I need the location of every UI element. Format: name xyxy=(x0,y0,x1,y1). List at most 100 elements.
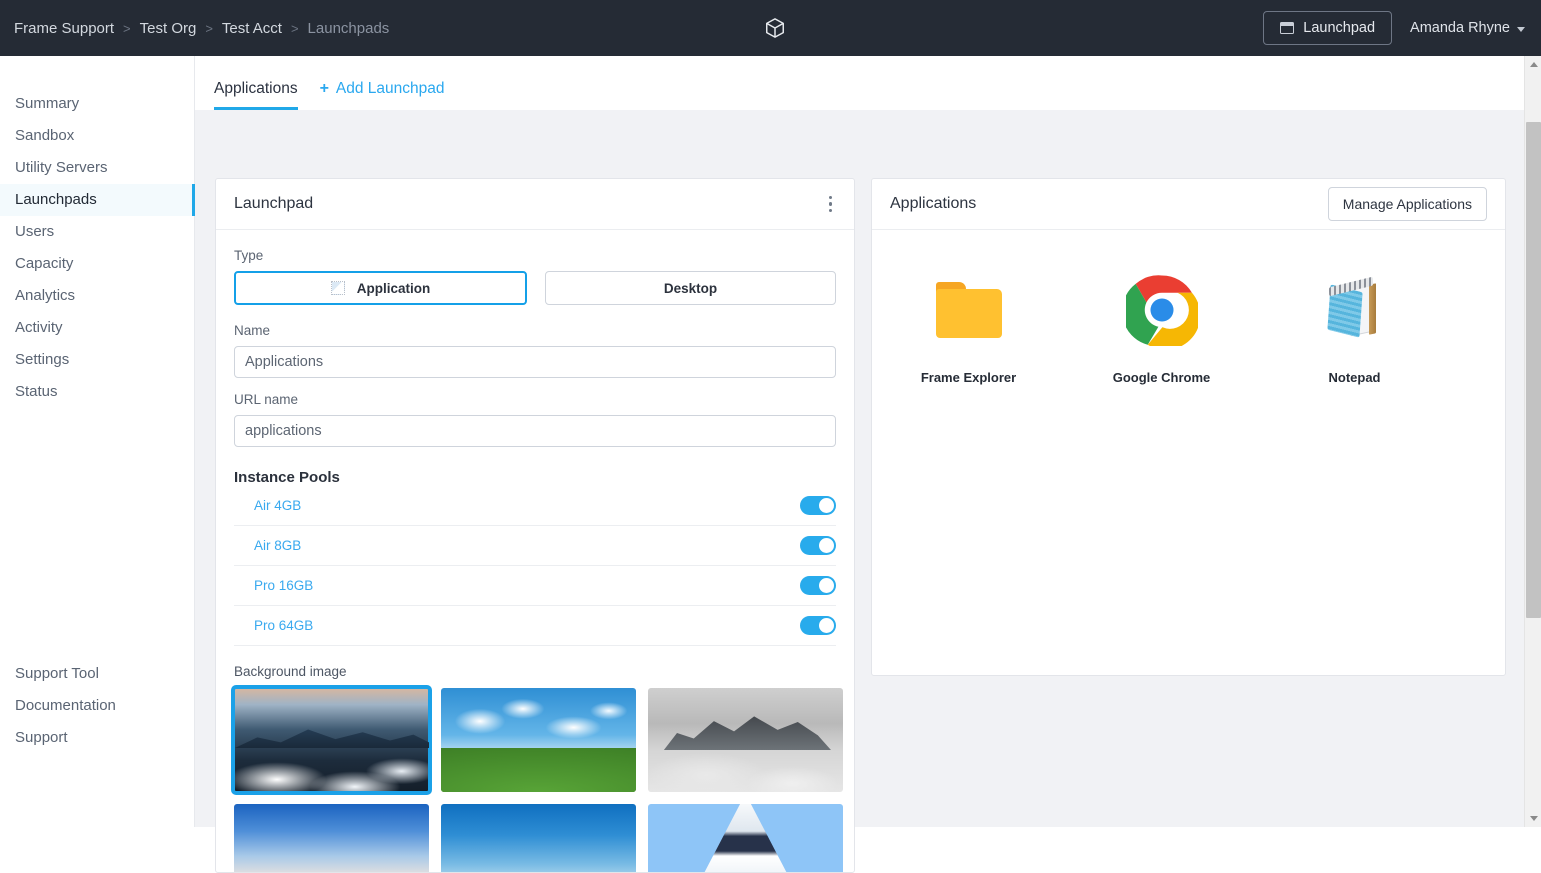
breadcrumb-item-test-org[interactable]: Test Org xyxy=(140,20,197,37)
add-launchpad-link[interactable]: + Add Launchpad xyxy=(320,80,445,110)
instance-pool-toggle[interactable] xyxy=(800,496,836,515)
top-bar-right: Launchpad Amanda Rhyne xyxy=(1263,0,1525,56)
name-label: Name xyxy=(234,323,271,338)
instance-pool-name[interactable]: Pro 64GB xyxy=(254,618,313,633)
tab-label: Applications xyxy=(214,80,298,97)
launchpad-button-label: Launchpad xyxy=(1303,20,1376,36)
instance-pool-name[interactable]: Pro 16GB xyxy=(254,578,313,593)
sidebar-item-activity[interactable]: Activity xyxy=(0,312,195,344)
breadcrumb-item-frame-support[interactable]: Frame Support xyxy=(14,20,114,37)
plus-icon: + xyxy=(319,80,329,97)
user-menu[interactable]: Amanda Rhyne xyxy=(1410,20,1525,36)
user-name: Amanda Rhyne xyxy=(1410,20,1510,36)
type-label: Type xyxy=(234,248,264,263)
sidebar-item-summary[interactable]: Summary xyxy=(0,88,195,120)
name-input[interactable] xyxy=(234,346,836,378)
sidebar-item-label: Launchpads xyxy=(15,191,97,208)
sidebar-secondary-nav: Support Tool Documentation Support xyxy=(0,658,195,754)
url-name-input[interactable] xyxy=(234,415,836,447)
scroll-thumb[interactable] xyxy=(1526,122,1541,618)
app-label: Google Chrome xyxy=(1112,370,1211,385)
sidebar-item-label: Documentation xyxy=(15,697,116,714)
breadcrumb: Frame Support > Test Org > Test Acct > L… xyxy=(14,20,389,37)
sidebar-item-settings[interactable]: Settings xyxy=(0,344,195,376)
instance-pools-title: Instance Pools xyxy=(234,469,340,486)
page-scrollbar[interactable] xyxy=(1524,56,1541,827)
background-thumbnail-snow-peak-on-light-blue[interactable] xyxy=(648,804,843,872)
sidebar-item-utility-servers[interactable]: Utility Servers xyxy=(0,152,195,184)
sidebar-item-launchpads[interactable]: Launchpads xyxy=(0,184,195,216)
instance-pool-name[interactable]: Air 4GB xyxy=(254,498,301,513)
type-option-desktop[interactable]: Desktop xyxy=(545,271,836,305)
launchpad-button[interactable]: Launchpad xyxy=(1263,11,1393,45)
sidebar-item-support[interactable]: Support xyxy=(0,722,195,754)
instance-pool-name[interactable]: Air 8GB xyxy=(254,538,301,553)
sidebar-item-label: Settings xyxy=(15,351,70,368)
instance-pool-row: Air 8GB xyxy=(234,526,836,566)
add-launchpad-label: Add Launchpad xyxy=(335,80,445,97)
instance-pool-row: Pro 64GB xyxy=(234,606,836,646)
breadcrumb-item-test-acct[interactable]: Test Acct xyxy=(222,20,282,37)
applications-grid: Frame Explorer Google Chrome Notepad xyxy=(872,230,1505,385)
scroll-up-arrow-icon[interactable] xyxy=(1525,56,1541,73)
sidebar-item-label: Status xyxy=(15,383,58,400)
instance-pools-list: Air 4GB Air 8GB Pro 16GB Pro 64GB xyxy=(234,486,836,646)
notepad-icon xyxy=(1325,268,1385,352)
sidebar-item-label: Utility Servers xyxy=(15,159,108,176)
chevron-down-icon xyxy=(1517,27,1525,32)
breadcrumb-separator: > xyxy=(290,20,299,36)
sidebar-item-label: Activity xyxy=(15,319,63,336)
content-area: Applications + Add Launchpad Launchpad T… xyxy=(195,56,1541,873)
background-thumbnail-mountains-above-clouds-sunset[interactable] xyxy=(231,685,432,795)
sidebar-item-label: Support xyxy=(15,729,68,746)
manage-applications-button[interactable]: Manage Applications xyxy=(1327,187,1487,221)
sidebar-item-sandbox[interactable]: Sandbox xyxy=(0,120,195,152)
top-bar: Frame Support > Test Org > Test Acct > L… xyxy=(0,0,1541,56)
breadcrumb-separator: > xyxy=(205,20,213,36)
instance-pool-row: Pro 16GB xyxy=(234,566,836,606)
window-icon xyxy=(1280,22,1295,34)
background-image-grid xyxy=(231,685,843,872)
app-tile-notepad[interactable]: Notepad xyxy=(1258,268,1451,385)
app-tile-frame-explorer[interactable]: Frame Explorer xyxy=(872,268,1065,385)
sidebar-item-support-tool[interactable]: Support Tool xyxy=(0,658,195,690)
applications-card: Applications Manage Applications Frame E… xyxy=(871,178,1506,676)
launchpad-card-header: Launchpad xyxy=(216,179,854,230)
type-toggle-group: Application Desktop xyxy=(234,271,836,305)
app-tile-google-chrome[interactable]: Google Chrome xyxy=(1065,268,1258,385)
panels: Launchpad Type Application Desktop Name xyxy=(195,110,1541,873)
launchpad-card: Launchpad Type Application Desktop Name xyxy=(215,178,855,873)
background-thumbnail-blue-sky-over-ridge[interactable] xyxy=(441,804,636,872)
instance-pool-toggle[interactable] xyxy=(800,576,836,595)
sidebar-item-status[interactable]: Status xyxy=(0,376,195,408)
application-icon xyxy=(330,281,345,295)
sidebar-item-label: Users xyxy=(15,223,55,240)
launchpad-card-title: Launchpad xyxy=(234,195,314,212)
instance-pool-toggle[interactable] xyxy=(800,616,836,635)
breadcrumb-separator: > xyxy=(123,20,131,36)
background-thumbnail-green-hill-blue-sky[interactable] xyxy=(441,688,636,792)
launchpad-card-body: Type Application Desktop Name URL name I… xyxy=(216,230,854,872)
sidebar-item-analytics[interactable]: Analytics xyxy=(0,280,195,312)
applications-card-title: Applications xyxy=(890,195,977,212)
background-thumbnail-grey-mountain-in-fog[interactable] xyxy=(648,688,843,792)
breadcrumb-item-launchpads: Launchpads xyxy=(307,19,390,37)
instance-pool-toggle[interactable] xyxy=(800,536,836,555)
scroll-down-arrow-icon[interactable] xyxy=(1525,810,1541,827)
sidebar-primary-nav: Summary Sandbox Utility Servers Launchpa… xyxy=(0,88,195,408)
app-label: Notepad xyxy=(1328,370,1381,385)
sidebar-item-label: Sandbox xyxy=(15,127,75,144)
sidebar-item-label: Support Tool xyxy=(15,665,99,682)
type-option-application[interactable]: Application xyxy=(234,271,527,305)
applications-card-header: Applications Manage Applications xyxy=(872,179,1505,230)
sidebar-item-documentation[interactable]: Documentation xyxy=(0,690,195,722)
sidebar-item-users[interactable]: Users xyxy=(0,216,195,248)
tab-applications[interactable]: Applications xyxy=(214,80,298,110)
instance-pool-row: Air 4GB xyxy=(234,486,836,526)
kebab-menu-icon[interactable] xyxy=(825,190,837,219)
sidebar-item-label: Summary xyxy=(15,95,80,112)
sidebar: Summary Sandbox Utility Servers Launchpa… xyxy=(0,56,195,827)
sidebar-item-capacity[interactable]: Capacity xyxy=(0,248,195,280)
background-thumbnail-blue-pink-gradient-sky[interactable] xyxy=(234,804,429,872)
type-option-label: Desktop xyxy=(663,280,718,296)
